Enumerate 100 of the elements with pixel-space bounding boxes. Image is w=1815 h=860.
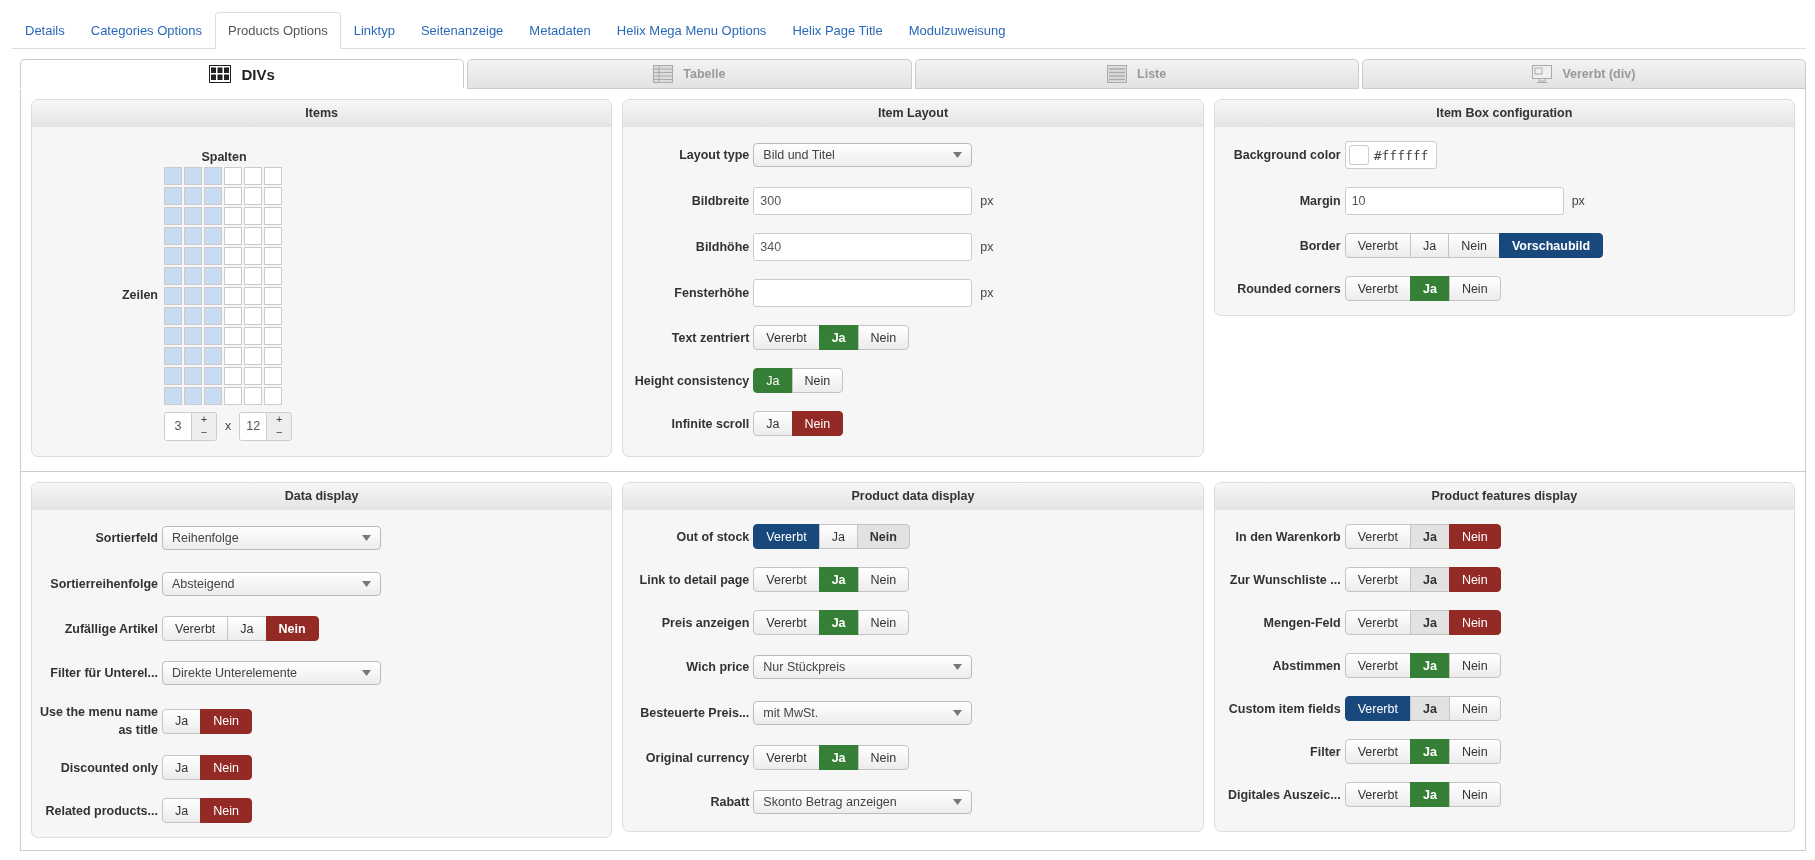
grid-cell[interactable] [244,286,262,305]
text-input[interactable]: 340 [753,233,973,261]
text-input[interactable]: 300 [753,187,973,215]
grid-cell[interactable] [184,226,202,245]
toggle-option[interactable]: Ja [818,524,858,549]
grid-cell[interactable] [184,206,202,225]
grid-cell[interactable] [264,346,282,365]
grid-cell[interactable] [184,346,202,365]
grid-cell[interactable] [224,346,242,365]
dropdown[interactable]: Skonto Betrag anzeigen [753,790,973,814]
toggle-option[interactable]: Vererbt [753,325,820,350]
toggle-option[interactable]: Ja [753,368,793,393]
text-input[interactable]: 10 [1344,187,1564,215]
grid-cell[interactable] [244,186,262,205]
toggle-option[interactable]: Vererbt [753,610,820,635]
grid-cell[interactable] [164,206,182,225]
toggle-option[interactable]: Nein [200,708,252,734]
dropdown[interactable]: Absteigend [162,572,381,596]
grid-cell[interactable] [184,266,202,285]
nav-tab[interactable]: Metadaten [516,12,604,49]
toggle-option[interactable]: Nein [1448,653,1501,678]
toggle-option[interactable]: Ja [1409,524,1450,549]
grid-cell[interactable] [164,366,182,385]
grid-cell[interactable] [204,286,222,305]
toggle-option[interactable]: Ja [1409,696,1450,721]
grid-cell[interactable] [184,306,202,325]
grid-cell[interactable] [184,286,202,305]
toggle-option[interactable]: Vorschaubild [1498,233,1604,258]
grid-cell[interactable] [244,166,262,185]
toggle-option[interactable]: Nein [791,368,844,393]
toggle-option[interactable]: Vererbt [1344,739,1411,764]
grid-cell[interactable] [264,206,282,225]
grid-cell[interactable] [224,366,242,385]
nav-tab[interactable]: Products Options [215,12,341,49]
grid-cell[interactable] [204,386,222,405]
grid-cell[interactable] [204,246,222,265]
dropdown[interactable]: mit MwSt. [753,701,973,725]
view-tab[interactable]: DIVs [20,59,465,88]
grid-cell[interactable] [244,326,262,345]
grid-cell[interactable] [224,326,242,345]
grid-cell[interactable] [164,346,182,365]
toggle-option[interactable]: Nein [856,524,910,549]
increment-button[interactable]: + [267,412,292,426]
grid-cell[interactable] [264,286,282,305]
toggle-option[interactable]: Ja [162,798,202,823]
toggle-option[interactable]: Nein [1448,782,1501,807]
number-stepper[interactable]: 3 + − [164,411,217,441]
grid-cell[interactable] [184,246,202,265]
grid-cell[interactable] [244,266,262,285]
grid-cell[interactable] [164,286,182,305]
grid-cell[interactable] [184,326,202,345]
grid-cell[interactable] [244,346,262,365]
toggle-option[interactable]: Ja [818,745,859,770]
grid-cell[interactable] [164,326,182,345]
toggle-option[interactable]: Ja [818,325,859,350]
grid-cell[interactable] [204,166,222,185]
grid-cell[interactable] [264,226,282,245]
grid-cell[interactable] [164,306,182,325]
toggle-option[interactable]: Nein [857,325,910,350]
grid-cell[interactable] [204,266,222,285]
grid-cell[interactable] [244,226,262,245]
grid-cell[interactable] [244,306,262,325]
toggle-option[interactable]: Ja [1409,276,1450,301]
grid-cell[interactable] [264,326,282,345]
grid-cell[interactable] [264,186,282,205]
dropdown[interactable]: Reihenfolge [162,526,381,550]
grid-cell[interactable] [164,186,182,205]
toggle-option[interactable]: Vererbt [1344,653,1411,678]
grid-cell[interactable] [224,306,242,325]
toggle-option[interactable]: Vererbt [753,524,820,549]
grid-cell[interactable] [264,366,282,385]
dropdown[interactable]: Bild und Titel [753,143,973,167]
grid-cell[interactable] [164,246,182,265]
toggle-option[interactable]: Nein [1448,276,1501,301]
nav-tab[interactable]: Seitenanzeige [407,12,517,49]
grid-cell[interactable] [184,186,202,205]
toggle-option[interactable]: Ja [1409,653,1450,678]
grid-cell[interactable] [164,386,182,405]
dropdown[interactable]: Nur Stückpreis [753,655,973,679]
toggle-option[interactable]: Nein [857,610,910,635]
toggle-option[interactable]: Nein [265,616,319,641]
toggle-option[interactable]: Ja [753,411,793,436]
grid-cell[interactable] [224,166,242,185]
text-input[interactable] [753,279,973,307]
toggle-option[interactable]: Vererbt [1344,567,1411,592]
grid-cell[interactable] [204,226,222,245]
grid-cell[interactable] [244,206,262,225]
grid-cell[interactable] [244,246,262,265]
nav-tab[interactable]: Details [12,12,78,49]
grid-cell[interactable] [224,266,242,285]
toggle-option[interactable]: Ja [1409,610,1450,635]
toggle-option[interactable]: Nein [1448,739,1501,764]
toggle-option[interactable]: Ja [1409,782,1450,807]
toggle-option[interactable]: Ja [1409,567,1450,592]
nav-tab[interactable]: Helix Mega Menu Options [603,12,780,49]
toggle-option[interactable]: Vererbt [162,616,229,641]
decrement-button[interactable]: − [192,426,216,440]
nav-tab[interactable]: Linktyp [340,12,408,49]
grid-cell[interactable] [204,186,222,205]
toggle-option[interactable]: Nein [1448,233,1500,258]
